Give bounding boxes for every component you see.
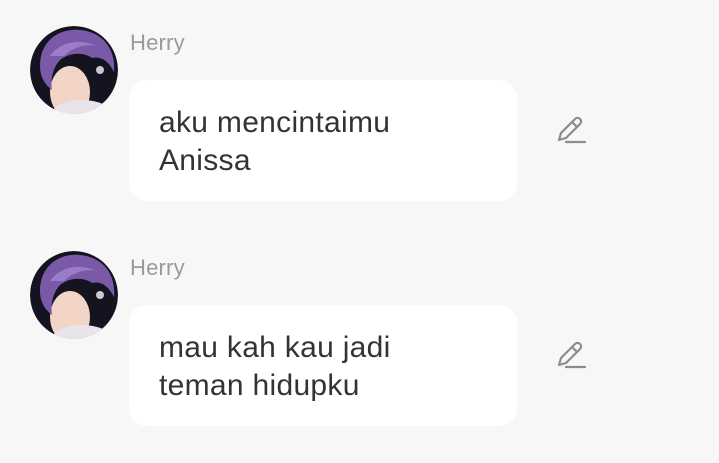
edit-message-button[interactable]	[552, 113, 590, 149]
pencil-edit-icon	[557, 341, 587, 369]
message-text: aku mencintaimu Anissa	[159, 106, 391, 177]
message-bubble[interactable]: aku mencintaimu Anissa	[129, 80, 517, 201]
user-avatar[interactable]	[30, 26, 118, 114]
sender-name: Herry	[130, 30, 185, 55]
chat-message: Herry aku mencintaimu Anissa	[0, 0, 719, 201]
sender-name: Herry	[130, 255, 185, 280]
user-avatar[interactable]	[30, 251, 118, 339]
avatar-photo-icon	[30, 26, 118, 114]
message-bubble[interactable]: mau kah kau jadi teman hidupku	[129, 305, 517, 426]
edit-message-button[interactable]	[552, 338, 590, 374]
pencil-edit-icon	[557, 116, 587, 144]
avatar-photo-icon	[30, 251, 118, 339]
message-text: mau kah kau jadi teman hidupku	[159, 331, 391, 402]
chat-message: Herry mau kah kau jadi teman hidupku	[0, 225, 719, 426]
